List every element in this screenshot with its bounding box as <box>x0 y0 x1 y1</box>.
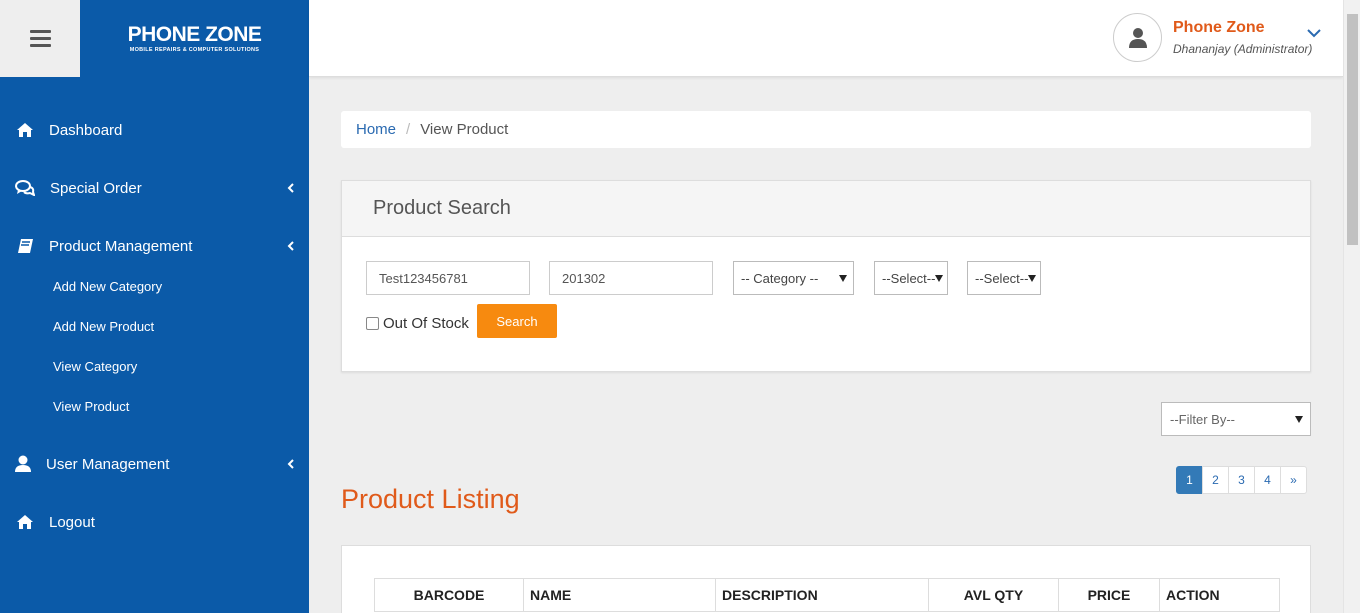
page-1-button[interactable]: 1 <box>1176 466 1203 494</box>
column-header-action[interactable]: ACTION <box>1160 579 1279 611</box>
panel-title: Product Search <box>342 181 1310 237</box>
sidebar-subitem-view-category[interactable]: View Category <box>53 359 137 374</box>
next-page-button[interactable]: » <box>1280 466 1307 494</box>
breadcrumb-current: View Product <box>420 121 509 138</box>
select-dropdown-2[interactable]: --Select-- <box>874 261 948 295</box>
user-name[interactable]: Phone Zone <box>1173 19 1265 37</box>
sidebar-subitem-view-product[interactable]: View Product <box>53 399 129 414</box>
comments-icon <box>15 178 35 198</box>
select-value: --Select-- <box>882 270 936 286</box>
pagination: 1 2 3 4 » <box>1176 466 1307 494</box>
column-header-description[interactable]: DESCRIPTION <box>716 579 929 611</box>
top-bar: Phone Zone Dhananjay (Administrator) <box>309 0 1343 77</box>
scrollbar[interactable] <box>1343 0 1360 613</box>
scrollbar-thumb[interactable] <box>1347 14 1358 245</box>
select-value: --Select-- <box>975 270 1029 286</box>
sidebar: Dashboard Special Order Product Manageme… <box>0 77 309 613</box>
logo-tagline: MOBILE REPAIRS & COMPUTER SOLUTIONS <box>129 47 260 53</box>
chevron-down-icon[interactable] <box>1306 25 1322 41</box>
caret-down-icon <box>1028 275 1036 282</box>
sidebar-item-label: Logout <box>49 513 95 531</box>
sidebar-item-label: User Management <box>46 455 170 473</box>
sidebar-item-dashboard[interactable]: Dashboard <box>0 115 309 145</box>
user-avatar[interactable] <box>1113 13 1162 62</box>
home-icon <box>15 512 35 532</box>
logo-text: PHONE ZONE <box>127 23 262 46</box>
page-2-button[interactable]: 2 <box>1202 466 1229 494</box>
sidebar-item-special-order[interactable]: Special Order <box>0 173 309 203</box>
product-table-panel: BARCODE NAME DESCRIPTION AVL QTY PRICE A… <box>341 545 1311 613</box>
search-input-barcode[interactable] <box>549 261 713 295</box>
sidebar-subitem-add-new-category[interactable]: Add New Category <box>53 279 162 294</box>
sidebar-item-product-management[interactable]: Product Management <box>0 231 309 261</box>
filter-by-select[interactable]: --Filter By-- <box>1161 402 1311 436</box>
sidebar-item-user-management[interactable]: User Management <box>0 449 309 479</box>
table-header: BARCODE NAME DESCRIPTION AVL QTY PRICE A… <box>374 578 1280 612</box>
sidebar-item-label: Dashboard <box>49 121 123 139</box>
logo[interactable]: PHONE ZONE MOBILE REPAIRS & COMPUTER SOL… <box>80 0 309 77</box>
column-header-name[interactable]: NAME <box>524 579 716 611</box>
page-4-button[interactable]: 4 <box>1254 466 1281 494</box>
out-of-stock-toggle[interactable]: Out Of Stock <box>366 315 469 332</box>
product-search-panel: Product Search -- Category -- --Select--… <box>341 180 1311 372</box>
out-of-stock-label: Out Of Stock <box>383 315 469 332</box>
hamburger-menu-button[interactable] <box>0 0 80 77</box>
caret-down-icon <box>839 275 847 282</box>
search-input-keyword[interactable] <box>366 261 530 295</box>
hamburger-icon <box>29 30 51 47</box>
sidebar-item-label: Special Order <box>50 179 142 197</box>
search-button[interactable]: Search <box>477 304 557 338</box>
column-header-price[interactable]: PRICE <box>1059 579 1160 611</box>
out-of-stock-checkbox[interactable] <box>366 317 379 330</box>
user-role: Dhananjay (Administrator) <box>1173 42 1313 56</box>
book-icon <box>15 236 35 256</box>
user-icon <box>13 454 33 474</box>
sidebar-item-logout[interactable]: Logout <box>0 507 309 537</box>
filter-select-value: --Filter By-- <box>1170 411 1235 427</box>
breadcrumb: Home / View Product <box>341 111 1311 148</box>
breadcrumb-separator: / <box>406 121 411 138</box>
category-select-value: -- Category -- <box>741 270 819 286</box>
sidebar-item-label: Product Management <box>49 237 193 255</box>
page-3-button[interactable]: 3 <box>1228 466 1255 494</box>
category-select[interactable]: -- Category -- <box>733 261 854 295</box>
chevron-left-icon <box>287 183 294 193</box>
page-title: Product Listing <box>341 484 520 514</box>
column-header-avl-qty[interactable]: AVL QTY <box>929 579 1059 611</box>
select-dropdown-3[interactable]: --Select-- <box>967 261 1041 295</box>
caret-down-icon <box>935 275 943 282</box>
caret-down-icon <box>1295 416 1303 423</box>
user-icon <box>1128 27 1147 48</box>
breadcrumb-home-link[interactable]: Home <box>356 121 396 138</box>
column-header-barcode[interactable]: BARCODE <box>375 579 524 611</box>
chevron-left-icon <box>287 459 294 469</box>
chevron-left-icon <box>287 241 294 251</box>
home-icon <box>15 120 35 140</box>
sidebar-subitem-add-new-product[interactable]: Add New Product <box>53 319 154 334</box>
